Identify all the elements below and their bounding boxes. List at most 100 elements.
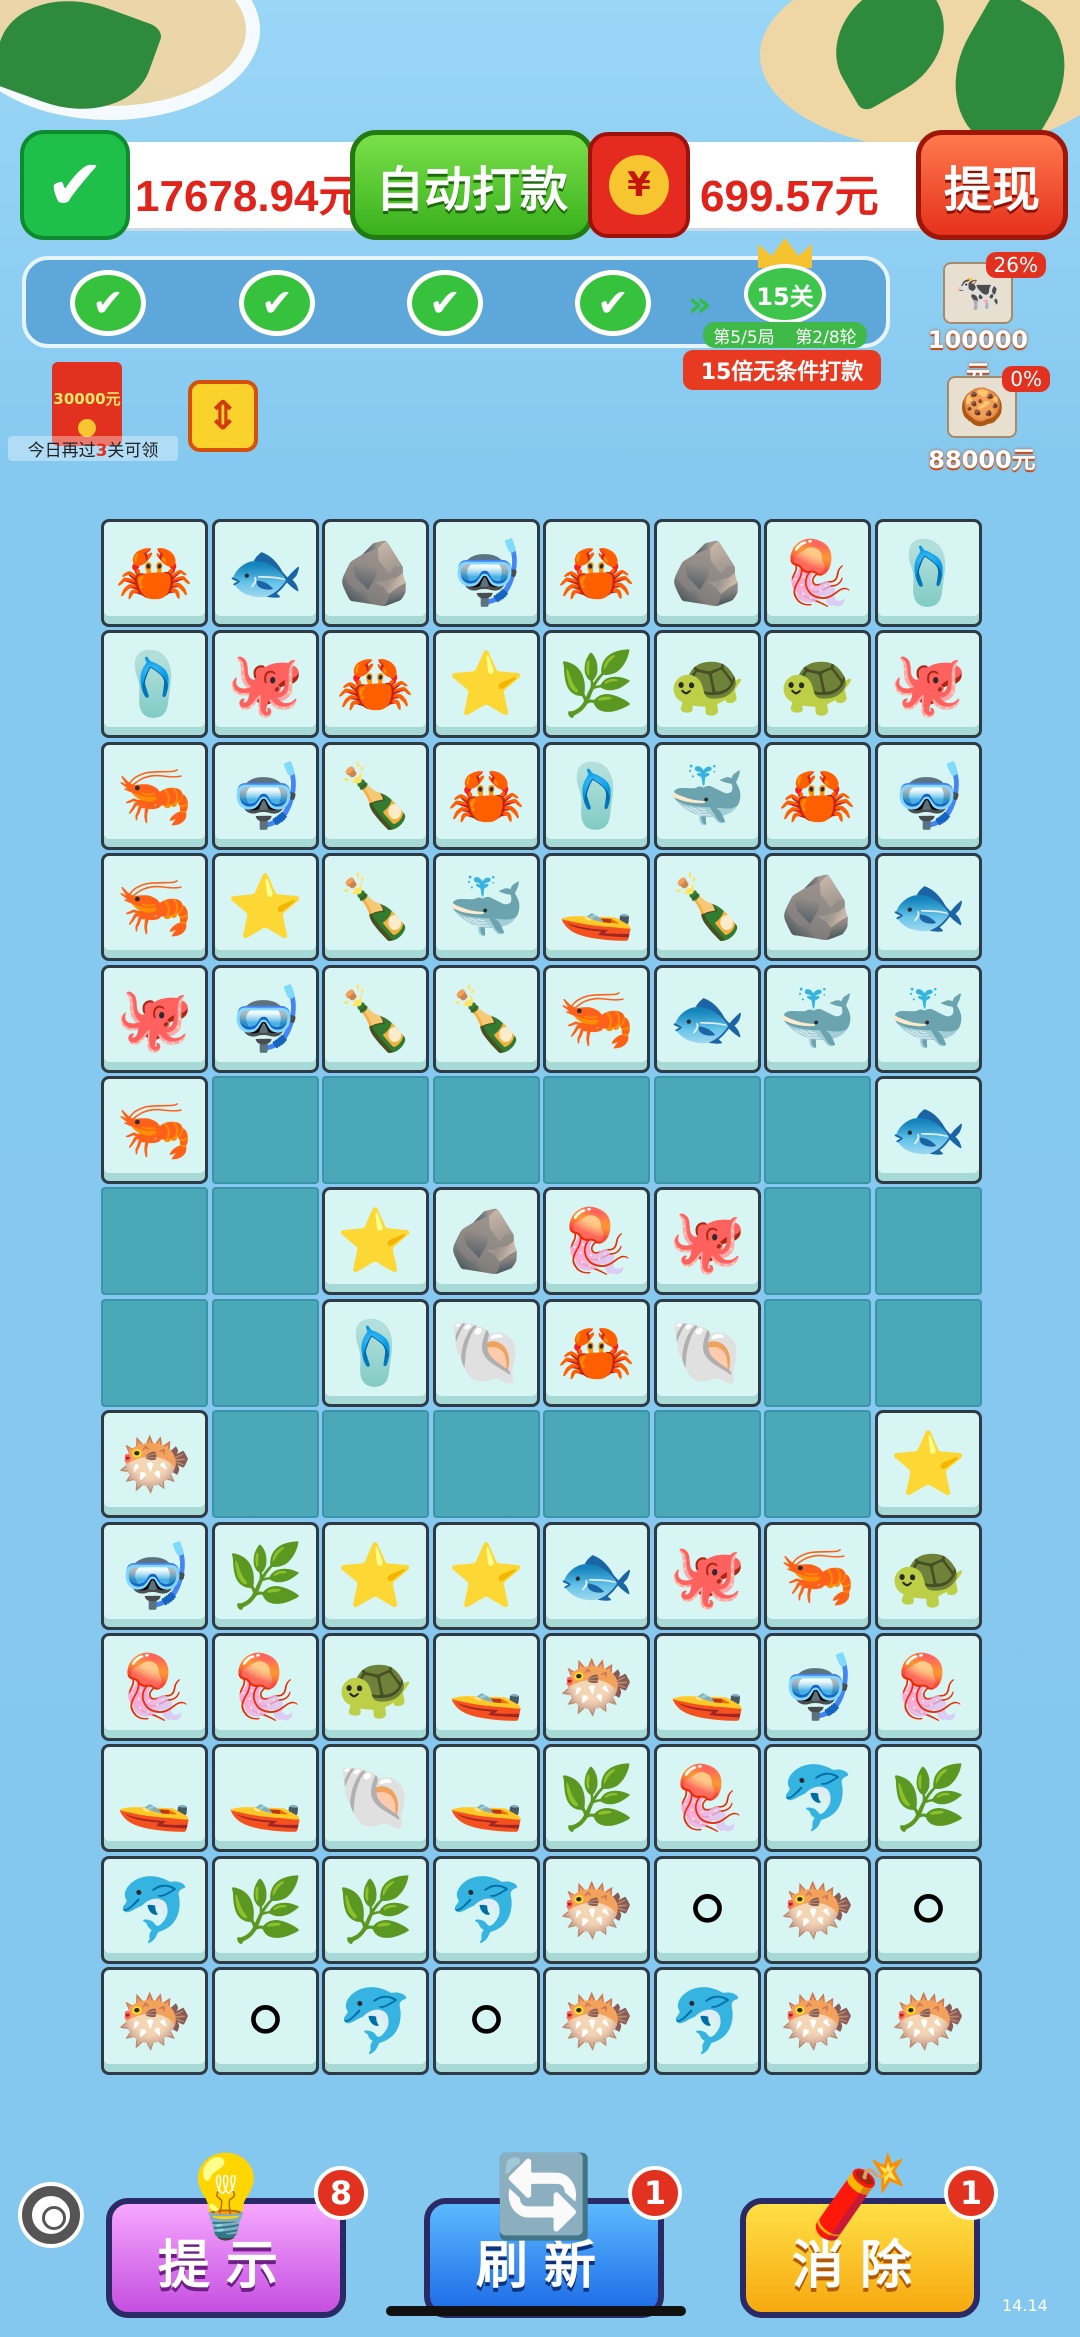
tile-whale[interactable]: 🐳 xyxy=(875,965,982,1073)
tile-submarine[interactable]: 🚤 xyxy=(433,1744,540,1852)
tile-pearl[interactable]: ⚪ xyxy=(654,1856,761,1964)
tile-puffer[interactable]: 🐡 xyxy=(101,1967,208,2075)
tile-shell[interactable]: 🐚 xyxy=(654,1299,761,1407)
tile-jellyfish[interactable]: 🪼 xyxy=(543,1187,650,1295)
tile-goggles[interactable]: 🤿 xyxy=(101,1522,208,1630)
tile-goggles[interactable]: 🤿 xyxy=(212,965,319,1073)
tile-turtle[interactable]: 🐢 xyxy=(654,630,761,738)
tile-bottle[interactable]: 🍾 xyxy=(322,853,429,961)
tile-puffer[interactable]: 🐡 xyxy=(543,1967,650,2075)
tile-puffer[interactable]: 🐡 xyxy=(543,1633,650,1741)
tile-ray[interactable]: 🐟 xyxy=(875,853,982,961)
tile-turtle[interactable]: 🐢 xyxy=(875,1522,982,1630)
tile-seaweed[interactable]: 🌿 xyxy=(543,630,650,738)
tile-shrimp[interactable]: 🦐 xyxy=(764,1522,871,1630)
tile-bottle[interactable]: 🍾 xyxy=(322,965,429,1073)
tile-goggles[interactable]: 🤿 xyxy=(875,742,982,850)
tile-shell[interactable]: 🐚 xyxy=(322,1744,429,1852)
tile-turtle[interactable]: 🐢 xyxy=(322,1633,429,1741)
tile-shrimp[interactable]: 🦐 xyxy=(101,853,208,961)
tile-crab[interactable]: 🦀 xyxy=(101,519,208,627)
tile-dolphin[interactable]: 🐬 xyxy=(433,1856,540,1964)
withdraw-button[interactable]: 提现 xyxy=(916,130,1068,240)
tile-whale[interactable]: 🐳 xyxy=(433,853,540,961)
tile-bottle[interactable]: 🍾 xyxy=(322,742,429,850)
tile-ray[interactable]: 🐟 xyxy=(212,519,319,627)
tile-ray[interactable]: 🐟 xyxy=(654,965,761,1073)
tile-seaweed[interactable]: 🌿 xyxy=(212,1856,319,1964)
tile-goggles[interactable]: 🤿 xyxy=(433,519,540,627)
tile-submarine[interactable]: 🚤 xyxy=(433,1633,540,1741)
settings-gear-icon[interactable] xyxy=(22,2186,80,2244)
tile-octopus[interactable]: 🐙 xyxy=(654,1522,761,1630)
tile-seaweed[interactable]: 🌿 xyxy=(322,1856,429,1964)
tile-dolphin[interactable]: 🐬 xyxy=(654,1967,761,2075)
tile-shrimp[interactable]: 🦐 xyxy=(543,965,650,1073)
tile-starfish[interactable]: ⭐ xyxy=(433,630,540,738)
tile-turtle[interactable]: 🐢 xyxy=(764,630,871,738)
tile-puffer[interactable]: 🐡 xyxy=(764,1856,871,1964)
tile-seaweed[interactable]: 🌿 xyxy=(875,1744,982,1852)
tile-puffer[interactable]: 🐡 xyxy=(875,1967,982,2075)
tile-pearl[interactable]: ⚪ xyxy=(212,1967,319,2075)
tile-jellyfish[interactable]: 🪼 xyxy=(764,519,871,627)
tile-octopus[interactable]: 🐙 xyxy=(875,630,982,738)
tile-dolphin[interactable]: 🐬 xyxy=(101,1856,208,1964)
red-envelope-reward[interactable]: 30000元 xyxy=(52,362,122,446)
tile-crab[interactable]: 🦀 xyxy=(543,1299,650,1407)
tile-crab[interactable]: 🦀 xyxy=(764,742,871,850)
auto-pay-button[interactable]: 自动打款 xyxy=(350,130,594,240)
refresh-arrows-icon: 🔄 xyxy=(494,2150,594,2243)
tile-flipper[interactable]: 🩴 xyxy=(543,742,650,850)
tile-octopus[interactable]: 🐙 xyxy=(654,1187,761,1295)
tile-shrimp[interactable]: 🦐 xyxy=(101,1076,208,1184)
tile-starfish[interactable]: ⭐ xyxy=(212,853,319,961)
ranking-prize-2[interactable]: 🍪 0% 88000元 xyxy=(922,366,1050,475)
tile-crab[interactable]: 🦀 xyxy=(433,742,540,850)
tile-rock[interactable]: 🪨 xyxy=(654,519,761,627)
tile-flipper[interactable]: 🩴 xyxy=(101,630,208,738)
tile-jellyfish[interactable]: 🪼 xyxy=(875,1633,982,1741)
tile-ray[interactable]: 🐟 xyxy=(875,1076,982,1184)
tile-puffer[interactable]: 🐡 xyxy=(764,1967,871,2075)
tile-flipper[interactable]: 🩴 xyxy=(322,1299,429,1407)
tile-puffer[interactable]: 🐡 xyxy=(101,1410,208,1518)
tile-shrimp[interactable]: 🦐 xyxy=(101,742,208,850)
tile-whale[interactable]: 🐳 xyxy=(764,965,871,1073)
tile-whale[interactable]: 🐳 xyxy=(654,742,761,850)
tile-rock[interactable]: 🪨 xyxy=(433,1187,540,1295)
puffer-icon: 🐡 xyxy=(557,1873,636,1946)
tile-starfish[interactable]: ⭐ xyxy=(433,1522,540,1630)
tile-jellyfish[interactable]: 🪼 xyxy=(101,1633,208,1741)
tile-goggles[interactable]: 🤿 xyxy=(212,742,319,850)
tile-pearl[interactable]: ⚪ xyxy=(433,1967,540,2075)
tile-rock[interactable]: 🪨 xyxy=(322,519,429,627)
tile-seaweed[interactable]: 🌿 xyxy=(543,1744,650,1852)
tile-seaweed[interactable]: 🌿 xyxy=(212,1522,319,1630)
tile-crab[interactable]: 🦀 xyxy=(543,519,650,627)
tile-starfish[interactable]: ⭐ xyxy=(322,1522,429,1630)
tile-dolphin[interactable]: 🐬 xyxy=(764,1744,871,1852)
tile-submarine[interactable]: 🚤 xyxy=(101,1744,208,1852)
tile-submarine[interactable]: 🚤 xyxy=(543,853,650,961)
tile-starfish[interactable]: ⭐ xyxy=(875,1410,982,1518)
tile-submarine[interactable]: 🚤 xyxy=(212,1744,319,1852)
tile-puffer[interactable]: 🐡 xyxy=(543,1856,650,1964)
tile-bottle[interactable]: 🍾 xyxy=(433,965,540,1073)
tile-starfish[interactable]: ⭐ xyxy=(322,1187,429,1295)
tile-crab[interactable]: 🦀 xyxy=(322,630,429,738)
tile-rock[interactable]: 🪨 xyxy=(764,853,871,961)
tile-pearl[interactable]: ⚪ xyxy=(875,1856,982,1964)
tile-goggles[interactable]: 🤿 xyxy=(764,1633,871,1741)
tile-ray[interactable]: 🐟 xyxy=(543,1522,650,1630)
tile-submarine[interactable]: 🚤 xyxy=(654,1633,761,1741)
tile-jellyfish[interactable]: 🪼 xyxy=(212,1633,319,1741)
tile-octopus[interactable]: 🐙 xyxy=(101,965,208,1073)
tile-shell[interactable]: 🐚 xyxy=(433,1299,540,1407)
tile-dolphin[interactable]: 🐬 xyxy=(322,1967,429,2075)
tile-flipper[interactable]: 🩴 xyxy=(875,519,982,627)
expand-swap-button[interactable]: ⇕ xyxy=(188,380,258,452)
tile-bottle[interactable]: 🍾 xyxy=(654,853,761,961)
tile-jellyfish[interactable]: 🪼 xyxy=(654,1744,761,1852)
tile-octopus[interactable]: 🐙 xyxy=(212,630,319,738)
